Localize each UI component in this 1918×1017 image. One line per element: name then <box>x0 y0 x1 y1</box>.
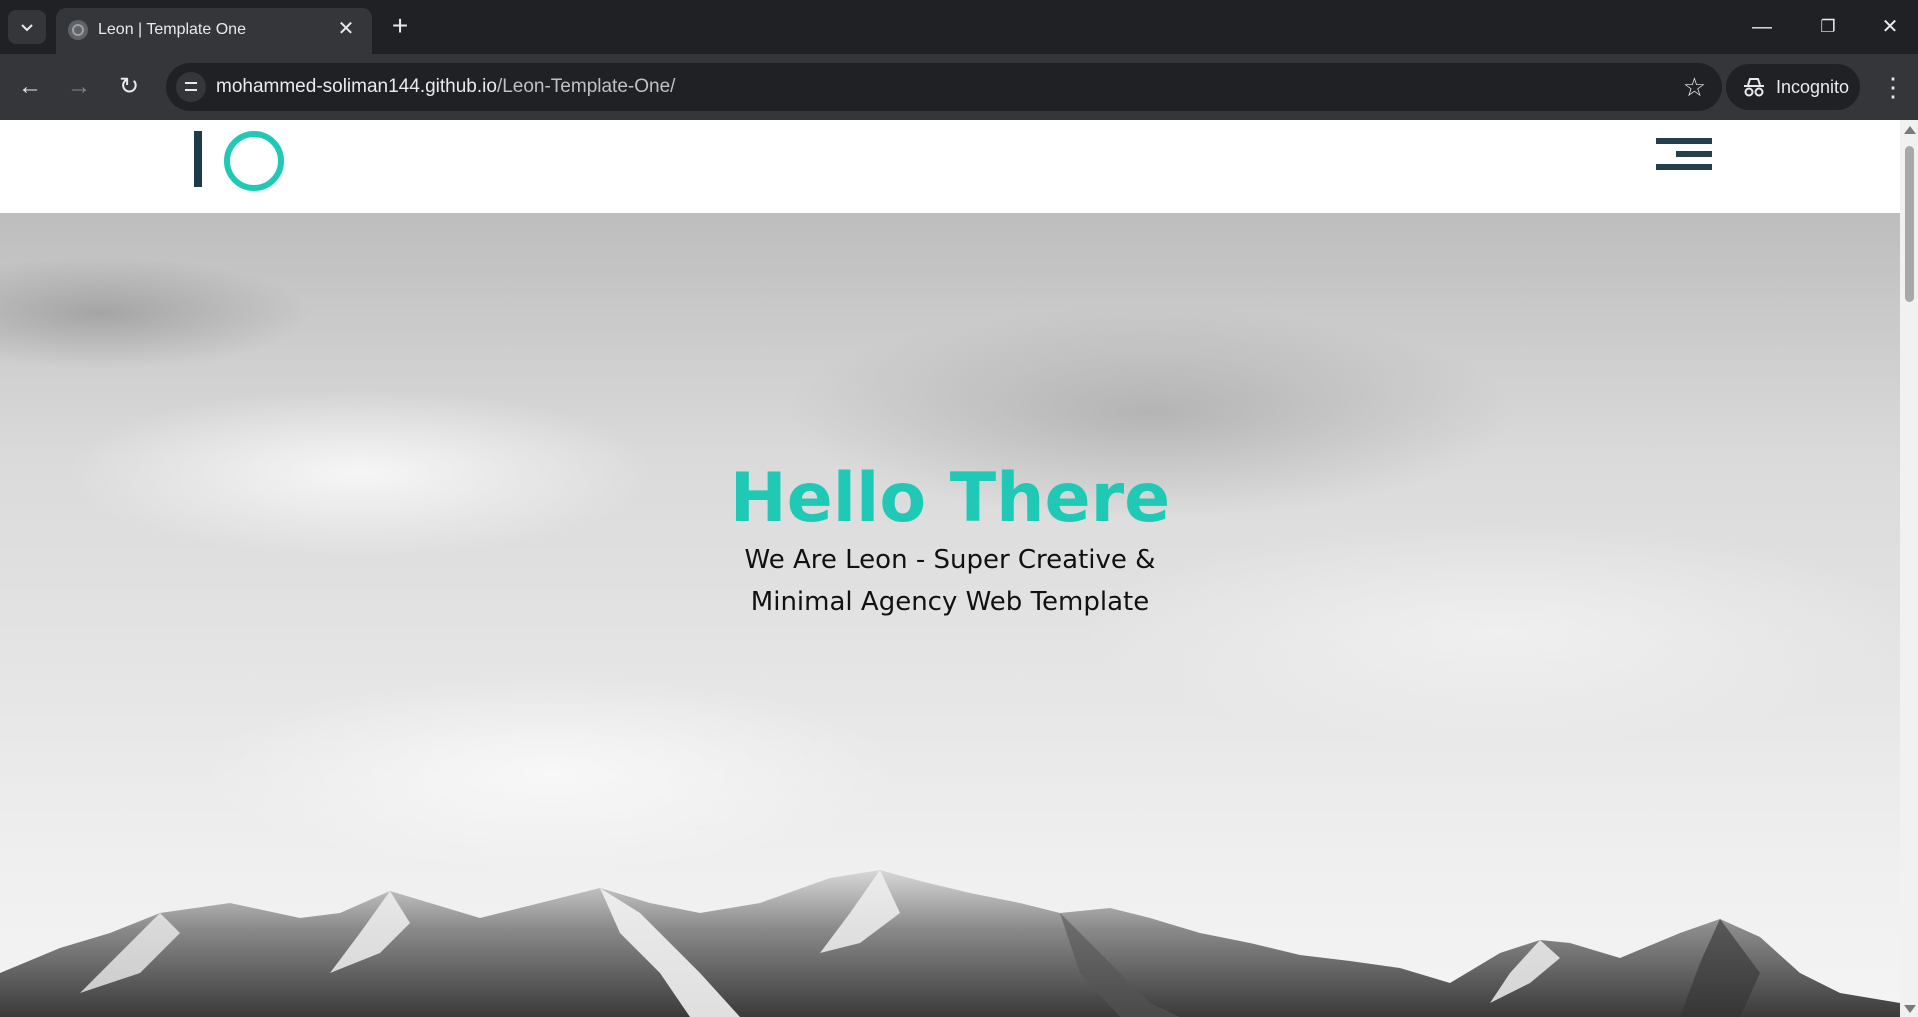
close-tab-icon[interactable]: ✕ <box>334 17 358 41</box>
browser-menu-button[interactable]: ⋮ <box>1878 71 1908 103</box>
scroll-up-arrow-icon[interactable] <box>1904 126 1916 134</box>
hero-subtitle-line-1: We Are Leon - Super Creative & <box>744 545 1156 575</box>
browser-tab-active[interactable]: Leon | Template One ✕ <box>56 8 372 54</box>
incognito-icon <box>1744 78 1764 97</box>
close-window-button[interactable]: ✕ <box>1870 12 1910 42</box>
incognito-label: Incognito <box>1776 77 1850 97</box>
url-path: /Leon-Template-One/ <box>496 76 676 97</box>
page-scrollbar[interactable] <box>1900 120 1918 1017</box>
address-bar-url[interactable]: mohammed-soliman144.github.io/Leon-Templ… <box>216 76 675 98</box>
site-info-icon[interactable] <box>176 72 206 102</box>
minimize-window-button[interactable]: — <box>1742 12 1782 42</box>
forward-button[interactable]: → <box>63 71 95 103</box>
browser-tabstrip: Leon | Template One ✕ + — ❐ ✕ <box>0 0 1918 54</box>
site-header <box>0 120 1900 213</box>
incognito-profile-button[interactable]: Incognito <box>1726 64 1860 110</box>
back-button[interactable]: ← <box>14 71 46 103</box>
url-host: mohammed-soliman144.github.io <box>216 76 497 97</box>
bookmark-star-icon[interactable]: ☆ <box>1683 73 1706 101</box>
logo-bar <box>194 131 202 187</box>
new-tab-button[interactable]: + <box>386 12 414 41</box>
scrollbar-thumb[interactable] <box>1905 146 1914 302</box>
hero-section: Hello There We Are Leon - Super Creative… <box>0 213 1900 1017</box>
tab-search-button[interactable] <box>8 10 46 44</box>
hero-subtitle: We Are Leon - Super Creative & Minimal A… <box>0 539 1900 623</box>
browser-toolbar: ← → ↻ mohammed-soliman144.github.io/Leon… <box>0 54 1918 120</box>
hero-subtitle-line-2: Minimal Agency Web Template <box>750 587 1150 617</box>
logo-ring <box>224 131 284 191</box>
scroll-down-arrow-icon[interactable] <box>1904 1005 1916 1013</box>
address-bar[interactable]: mohammed-soliman144.github.io/Leon-Templ… <box>166 63 1722 111</box>
page-viewport: Hello There We Are Leon - Super Creative… <box>0 120 1918 1017</box>
reload-button[interactable]: ↻ <box>113 71 145 103</box>
chevron-down-icon <box>21 24 33 32</box>
hero-title: Hello There <box>729 458 1171 538</box>
restore-window-button[interactable]: ❐ <box>1808 12 1848 42</box>
hamburger-menu-icon[interactable] <box>1656 138 1712 170</box>
tab-title: Leon | Template One <box>98 21 246 38</box>
globe-icon <box>68 20 88 40</box>
